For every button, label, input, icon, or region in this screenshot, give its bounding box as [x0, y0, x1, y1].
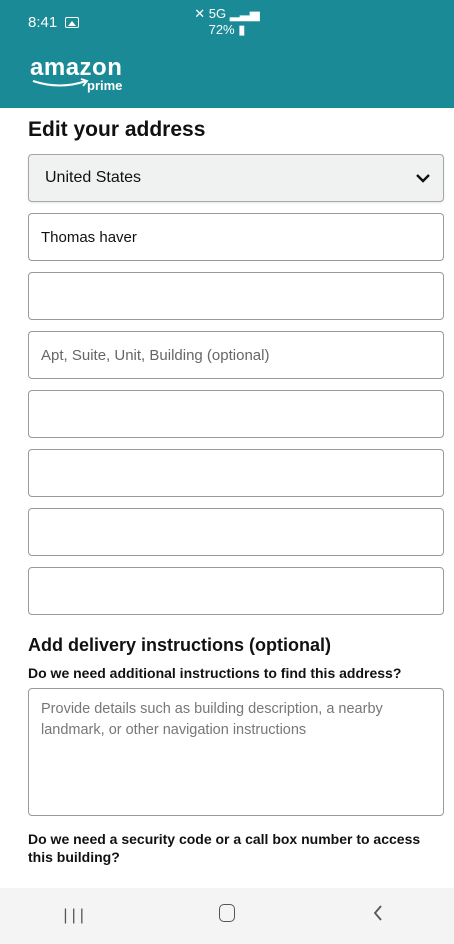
mute-icon: ✕: [194, 6, 206, 21]
back-icon: [374, 905, 382, 921]
phone-field[interactable]: [28, 567, 444, 615]
recent-apps-button[interactable]: |||: [46, 907, 106, 925]
city-field[interactable]: [28, 390, 444, 438]
back-button[interactable]: [348, 904, 408, 928]
find-address-question: Do we need additional instructions to fi…: [28, 665, 402, 681]
signal-indicators: ✕ 5G ▂▃▅ 72% ▮: [188, 6, 266, 38]
status-bar: 8:41 ✕ 5G ▂▃▅ 72% ▮: [0, 0, 454, 44]
delivery-instructions-heading: Add delivery instructions (optional): [28, 635, 332, 655]
page-title: Edit your address: [28, 118, 206, 141]
home-button[interactable]: [197, 904, 257, 928]
system-nav-bar: |||: [0, 888, 454, 944]
full-name-field[interactable]: Thomas haver: [28, 213, 444, 261]
security-code-question: Do we need a security code or a call box…: [28, 831, 421, 865]
network-label: 5G: [208, 6, 227, 21]
address-line2-field[interactable]: Apt, Suite, Unit, Building (optional): [28, 331, 444, 379]
signal-icon: ▂▃▅: [229, 6, 260, 21]
app-header: amazon prime: [0, 44, 454, 108]
state-field[interactable]: [28, 449, 444, 497]
address-line2-placeholder: Apt, Suite, Unit, Building (optional): [41, 346, 270, 364]
navigation-instructions-textarea[interactable]: Provide details such as building descrip…: [28, 688, 444, 816]
navigation-instructions-placeholder: Provide details such as building descrip…: [41, 701, 383, 738]
country-select[interactable]: United States: [28, 154, 444, 202]
battery-label: 72%: [208, 22, 235, 37]
home-icon: [218, 904, 235, 922]
address-line1-field[interactable]: [28, 272, 444, 320]
clock: 8:41: [28, 13, 58, 31]
country-value: United States: [45, 169, 142, 186]
logo-prime: prime: [87, 78, 123, 93]
zip-field[interactable]: [28, 508, 444, 556]
amazon-prime-logo[interactable]: amazon prime: [30, 54, 140, 96]
address-form: Edit your address United States Thomas h…: [0, 118, 454, 866]
full-name-value: Thomas haver: [41, 228, 137, 246]
battery-icon: ▮: [238, 22, 246, 37]
chevron-down-icon: [416, 174, 430, 183]
smile-arrow-icon: [32, 78, 89, 87]
image-notification-icon: [65, 16, 80, 28]
